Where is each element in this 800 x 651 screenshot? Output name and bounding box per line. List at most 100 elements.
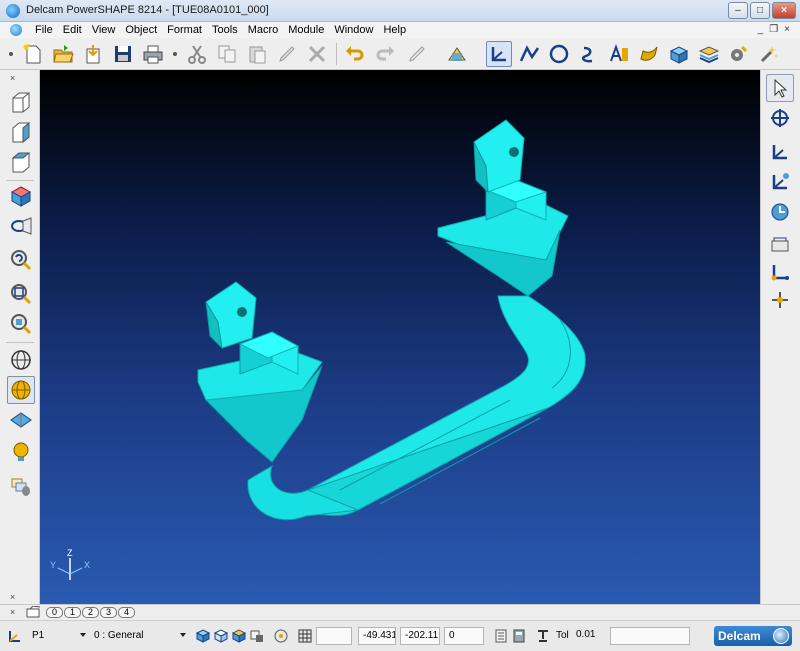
grid-value-field[interactable] [316, 627, 352, 645]
brand-name: Delcam [718, 629, 761, 643]
status-bar: P1 0 : General -49.431 -202.11 0 Tol 0.0… [0, 620, 800, 651]
feature-icon[interactable] [726, 41, 752, 67]
zoom-fit-icon[interactable] [7, 310, 35, 338]
axis-icon[interactable] [766, 258, 794, 286]
y-coordinate: -202.11 [400, 627, 440, 645]
view-tab-4[interactable]: 4 [118, 607, 135, 618]
chevron-down-icon[interactable] [80, 633, 86, 637]
mdi-minimize-button[interactable]: _ [758, 24, 764, 35]
mesh-icon[interactable] [696, 41, 722, 67]
line-icon[interactable] [516, 41, 542, 67]
globe-icon [773, 628, 789, 644]
menu-help[interactable]: Help [378, 23, 411, 37]
plane-icon[interactable] [7, 406, 35, 434]
menu-view[interactable]: View [87, 23, 121, 37]
snap-icon[interactable] [766, 286, 794, 314]
minimize-button[interactable]: – [728, 2, 748, 19]
arc-icon[interactable] [546, 41, 572, 67]
new-file-icon[interactable] [20, 41, 46, 67]
app-icon [6, 4, 20, 18]
level-value: 0 : General [94, 630, 144, 641]
paste-icon[interactable] [244, 41, 270, 67]
dial-icon[interactable] [766, 198, 794, 226]
workplane-icon[interactable] [766, 138, 794, 166]
solid-icon[interactable] [666, 41, 692, 67]
material-icon[interactable] [7, 472, 35, 500]
mdi-close-button[interactable]: × [784, 24, 790, 35]
open-folder-icon[interactable] [50, 41, 76, 67]
toolbar-separator [6, 342, 34, 343]
view-iso-icon[interactable] [7, 182, 35, 210]
tolerance-value[interactable]: 0.01 [572, 627, 606, 645]
curve-icon[interactable] [576, 41, 602, 67]
close-button[interactable]: × [772, 2, 796, 19]
undo-icon[interactable] [342, 41, 368, 67]
menu-object[interactable]: Object [120, 23, 162, 37]
view-tab-3[interactable]: 3 [100, 607, 117, 618]
pencil-icon[interactable] [404, 41, 430, 67]
view-top-icon[interactable] [7, 148, 35, 176]
wire-shade-icon[interactable] [212, 627, 230, 645]
maximize-button[interactable]: □ [750, 2, 770, 19]
edit-icon[interactable] [274, 41, 300, 67]
menu-tools[interactable]: Tools [207, 23, 243, 37]
copy-icon[interactable] [214, 41, 240, 67]
toolbar-separator [336, 43, 337, 65]
chevron-down-icon[interactable] [180, 633, 186, 637]
menu-edit[interactable]: Edit [58, 23, 87, 37]
snap-grid-icon[interactable] [272, 627, 290, 645]
zoom-window-icon[interactable] [7, 280, 35, 308]
toolbar-close-icon[interactable]: × [10, 592, 15, 602]
selection-toolbar [760, 70, 800, 604]
view-rotate-icon[interactable] [7, 212, 35, 240]
shaded-icon[interactable] [7, 376, 35, 404]
workplane-icon[interactable] [486, 41, 512, 67]
tools-icon[interactable] [756, 41, 782, 67]
redo-icon[interactable] [372, 41, 398, 67]
toolbar-separator [6, 180, 34, 181]
menu-macro[interactable]: Macro [243, 23, 284, 37]
handle-model [197, 119, 586, 521]
light-icon[interactable] [7, 438, 35, 466]
toolbar-grip-icon [168, 41, 182, 67]
view-tab-2[interactable]: 2 [82, 607, 99, 618]
delete-icon[interactable] [304, 41, 330, 67]
menu-module[interactable]: Module [283, 23, 329, 37]
menu-window[interactable]: Window [329, 23, 378, 37]
view-toolbar: × × [0, 70, 40, 604]
layer-icon[interactable] [248, 627, 266, 645]
print-icon[interactable] [140, 41, 166, 67]
shade-icon[interactable] [194, 627, 212, 645]
view-tab-0[interactable]: 0 [46, 607, 63, 618]
measure-icon[interactable] [766, 230, 794, 258]
import-icon[interactable] [80, 41, 106, 67]
calculator-icon[interactable] [510, 627, 528, 645]
mdi-restore-button[interactable]: ❐ [769, 24, 778, 35]
view-side-icon[interactable] [7, 118, 35, 146]
select-arrow-icon[interactable] [766, 74, 794, 102]
dimension-icon[interactable] [444, 41, 470, 67]
view-tab-1[interactable]: 1 [64, 607, 81, 618]
menu-format[interactable]: Format [162, 23, 207, 37]
view-front-icon[interactable] [7, 88, 35, 116]
solid-shade-icon[interactable] [230, 627, 248, 645]
tab-strip-close-icon[interactable]: × [10, 607, 15, 617]
text-icon[interactable] [606, 41, 632, 67]
wireframe-icon[interactable] [7, 346, 35, 374]
command-field[interactable] [610, 627, 690, 645]
surface-icon[interactable] [636, 41, 662, 67]
list-icon[interactable] [492, 627, 510, 645]
toolbar-close-icon[interactable]: × [10, 73, 15, 83]
document-icon[interactable] [10, 24, 22, 36]
workplane-edit-icon[interactable] [766, 168, 794, 196]
graphics-viewport[interactable]: Z Y X [40, 70, 760, 604]
grid-icon[interactable] [296, 627, 314, 645]
toolbar-grip-icon [4, 41, 18, 67]
save-icon[interactable] [110, 41, 136, 67]
menu-file[interactable]: File [30, 23, 58, 37]
level-select[interactable]: 0 : General [94, 627, 186, 645]
cut-icon[interactable] [184, 41, 210, 67]
move-icon[interactable] [766, 104, 794, 132]
zoom-previous-icon[interactable] [7, 246, 35, 274]
triad-x-label: X [84, 560, 91, 570]
